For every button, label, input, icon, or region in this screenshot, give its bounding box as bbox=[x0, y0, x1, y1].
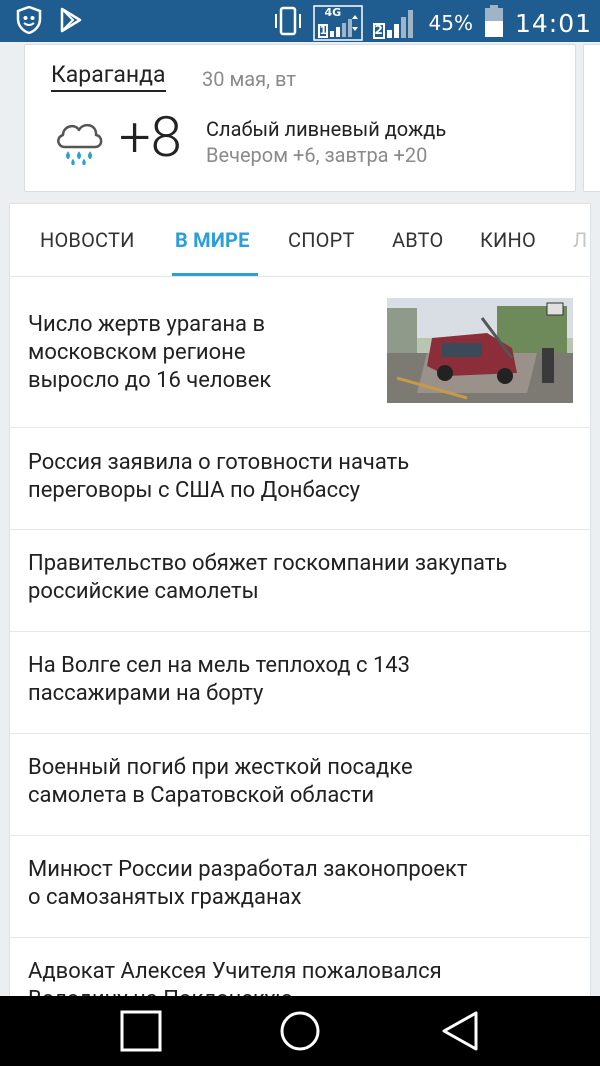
sim1-label: 1 bbox=[319, 24, 328, 37]
rain-cloud-icon bbox=[53, 117, 105, 167]
news-item[interactable]: Правительство обяжет госкомпании закупат… bbox=[10, 530, 590, 632]
temperature: +8 bbox=[119, 104, 182, 170]
news-item[interactable]: Минюст России разработал законопроект о … bbox=[10, 836, 590, 938]
next-card-peek[interactable] bbox=[583, 44, 600, 192]
weather-condition: Слабый ливневый дождь bbox=[206, 117, 447, 141]
sim2-label: 2 bbox=[374, 23, 383, 37]
recent-apps-button[interactable] bbox=[120, 1010, 162, 1056]
vibrate-icon bbox=[273, 5, 303, 41]
news-title: Минюст России разработал законопроект о … bbox=[28, 857, 468, 910]
weather-card[interactable]: Караганда 30 мая, вт +8 Слабый ливневый … bbox=[24, 44, 576, 192]
tab-next-partial[interactable]: Л bbox=[573, 204, 587, 276]
news-title: Военный погиб при жесткой посадке самоле… bbox=[28, 755, 413, 808]
play-store-icon bbox=[60, 7, 82, 37]
system-nav-bar bbox=[0, 996, 600, 1066]
news-title: Правительство обяжет госкомпании закупат… bbox=[28, 551, 508, 604]
network-type-label: 4G bbox=[324, 6, 342, 19]
battery-percent: 45% bbox=[428, 11, 473, 35]
sim1-signal-icon: 4G 1 bbox=[312, 5, 363, 41]
news-thumbnail-image[interactable] bbox=[387, 298, 573, 403]
news-item[interactable]: Россия заявила о готовности начать перег… bbox=[10, 428, 590, 530]
city-link[interactable]: Караганда bbox=[51, 61, 166, 92]
tab-cinema[interactable]: КИНО bbox=[480, 204, 536, 276]
news-item[interactable]: На Волге сел на мель теплоход с 143 пасс… bbox=[10, 632, 590, 734]
news-title: На Волге сел на мель теплоход с 143 пасс… bbox=[28, 653, 411, 706]
clock: 14:01 bbox=[514, 8, 592, 38]
status-bar: 4G 1 2 45% 14:01 bbox=[0, 0, 600, 42]
news-title: Россия заявила о готовности начать перег… bbox=[28, 450, 410, 503]
shield-app-icon bbox=[16, 5, 42, 38]
back-button[interactable] bbox=[440, 1010, 480, 1056]
tab-auto[interactable]: АВТО bbox=[392, 204, 443, 276]
news-item[interactable]: Адвокат Алексея Учителя пожаловался Воло… bbox=[10, 938, 590, 1002]
sim2-signal-icon: 2 bbox=[372, 6, 419, 40]
news-title: Число жертв урагана в московском регионе… bbox=[28, 312, 272, 393]
active-tab-indicator bbox=[172, 273, 258, 276]
weather-date: 30 мая, вт bbox=[202, 67, 296, 91]
tab-news[interactable]: НОВОСТИ bbox=[40, 204, 135, 276]
tab-sport[interactable]: СПОРТ bbox=[288, 204, 355, 276]
weather-forecast: Вечером +6, завтра +20 bbox=[206, 143, 428, 167]
home-button[interactable] bbox=[279, 1010, 321, 1056]
news-panel: НОВОСТИ В МИРЕ СПОРТ АВТО КИНО Л Число ж… bbox=[9, 203, 591, 1003]
battery-icon bbox=[483, 4, 505, 42]
news-item[interactable]: Военный погиб при жесткой посадке самоле… bbox=[10, 734, 590, 836]
category-tabs: НОВОСТИ В МИРЕ СПОРТ АВТО КИНО Л bbox=[10, 204, 590, 277]
tab-world[interactable]: В МИРЕ bbox=[175, 204, 250, 276]
